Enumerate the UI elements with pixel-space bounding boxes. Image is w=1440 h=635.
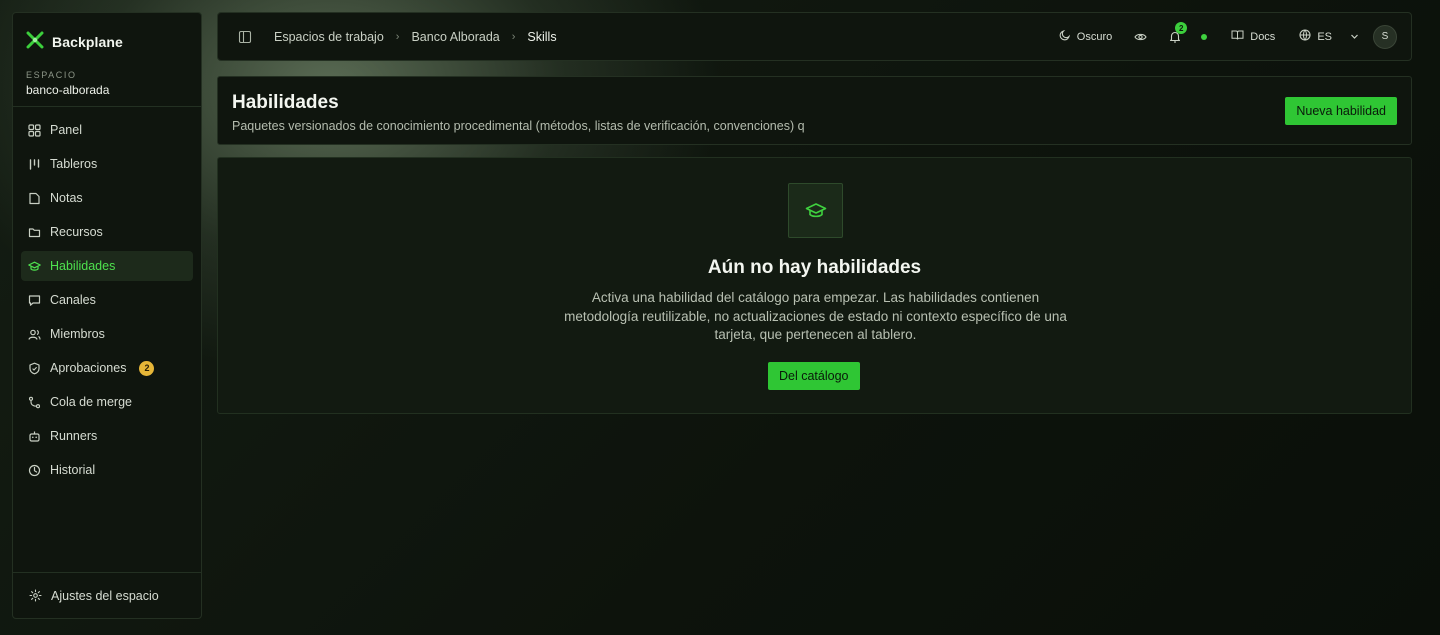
workspace-label: ESPACIO xyxy=(26,70,77,80)
sidebar-toggle-icon[interactable] xyxy=(238,30,252,44)
sidebar-item-label: Notas xyxy=(50,191,83,205)
sidebar-item-label: Tableros xyxy=(50,157,98,171)
history-icon xyxy=(28,464,41,477)
breadcrumb-workspaces[interactable]: Espacios de trabajo xyxy=(274,30,384,44)
sidebar-item-label: Historial xyxy=(50,463,96,477)
book-icon xyxy=(1231,29,1244,44)
sidebar-item-label: Cola de merge xyxy=(50,395,132,409)
shield-icon xyxy=(28,362,41,375)
moon-icon xyxy=(1059,29,1071,44)
from-catalog-button[interactable]: Del catálogo xyxy=(768,362,860,390)
sidebar-item-recursos[interactable]: Recursos xyxy=(21,217,193,247)
notifications-badge: 2 xyxy=(1175,22,1188,34)
notifications-button[interactable]: 2 xyxy=(1169,22,1188,43)
theme-label: Oscuro xyxy=(1076,30,1113,43)
chevron-right-icon: › xyxy=(395,30,400,43)
page-title: Habilidades xyxy=(232,92,339,113)
sidebar-item-label: Panel xyxy=(50,123,82,137)
chevron-right-icon: › xyxy=(511,30,516,43)
sidebar-item-notas[interactable]: Notas xyxy=(21,183,193,213)
sidebar-item-miembros[interactable]: Miembros xyxy=(21,319,193,349)
backplane-logo-icon xyxy=(26,31,44,54)
graduation-cap-icon xyxy=(28,260,41,273)
kanban-icon xyxy=(28,158,41,171)
sidebar-item-label: Miembros xyxy=(50,327,105,341)
note-icon xyxy=(28,192,41,205)
new-skill-button[interactable]: Nueva habilidad xyxy=(1285,97,1397,125)
breadcrumb-banco-alborada[interactable]: Banco Alborada xyxy=(411,30,499,44)
topbar: Espacios de trabajo › Banco Alborada › S… xyxy=(217,12,1412,61)
sidebar-item-label: Habilidades xyxy=(50,259,116,273)
sidebar-nav: Panel Tableros Notas Recursos Habilidade… xyxy=(13,107,201,489)
docs-label: Docs xyxy=(1250,30,1276,43)
empty-state-title: Aún no hay habilidades xyxy=(707,257,922,278)
workspace-settings-button[interactable]: Ajustes del espacio xyxy=(13,572,201,618)
topbar-actions: Oscuro 2 Docs ES S xyxy=(1059,22,1397,49)
grid-icon xyxy=(28,123,41,137)
breadcrumb-skills: Skills xyxy=(527,29,557,44)
empty-state-icon-box xyxy=(788,183,843,238)
sidebar-item-habilidades[interactable]: Habilidades xyxy=(21,251,193,281)
graduation-cap-icon xyxy=(805,202,827,220)
sidebar-item-label: Recursos xyxy=(50,225,103,239)
robot-icon xyxy=(28,430,41,443)
sidebar-item-label: Aprobaciones xyxy=(50,361,127,375)
theme-toggle-button[interactable]: Oscuro xyxy=(1059,29,1112,44)
approvals-count-badge: 2 xyxy=(139,360,155,376)
eye-icon[interactable] xyxy=(1134,31,1147,43)
language-selector[interactable]: ES xyxy=(1299,29,1332,44)
breadcrumb: Espacios de trabajo › Banco Alborada › S… xyxy=(274,30,557,44)
globe-icon xyxy=(1299,29,1311,44)
sidebar-item-historial[interactable]: Historial xyxy=(21,455,193,485)
sidebar-item-panel[interactable]: Panel xyxy=(21,115,193,145)
sidebar-item-tableros[interactable]: Tableros xyxy=(21,149,193,179)
sidebar-item-canales[interactable]: Canales xyxy=(21,285,193,315)
page-subtitle: Paquetes versionados de conocimiento pro… xyxy=(232,119,805,133)
merge-icon xyxy=(28,396,41,409)
sidebar-item-aprobaciones[interactable]: Aprobaciones 2 xyxy=(21,353,193,383)
page-header: Habilidades Paquetes versionados de cono… xyxy=(217,76,1412,145)
sidebar-item-runners[interactable]: Runners xyxy=(21,421,193,451)
chevron-down-icon[interactable] xyxy=(1350,32,1359,41)
sidebar-item-cola-de-merge[interactable]: Cola de merge xyxy=(21,387,193,417)
docs-link[interactable]: Docs xyxy=(1231,29,1275,44)
workspace-name[interactable]: banco-alborada xyxy=(13,80,201,97)
brand-name: Backplane xyxy=(52,34,123,50)
sidebar-item-label: Runners xyxy=(50,429,98,443)
sidebar: Backplane ESPACIO banco-alborada Panel T… xyxy=(12,12,202,619)
sidebar-item-label: Canales xyxy=(50,293,96,307)
empty-state-description: Activa una habilidad del catálogo para e… xyxy=(564,290,1067,342)
language-label: ES xyxy=(1317,30,1332,43)
avatar[interactable]: S xyxy=(1373,24,1397,49)
folder-icon xyxy=(28,226,41,239)
message-icon xyxy=(28,294,41,307)
workspace-settings-label: Ajustes del espacio xyxy=(51,588,159,603)
users-icon xyxy=(28,328,41,341)
gear-icon xyxy=(29,589,42,602)
status-indicator xyxy=(1201,33,1208,40)
empty-state: Aún no hay habilidades Activa una habili… xyxy=(217,157,1412,414)
brand[interactable]: Backplane xyxy=(13,13,201,57)
